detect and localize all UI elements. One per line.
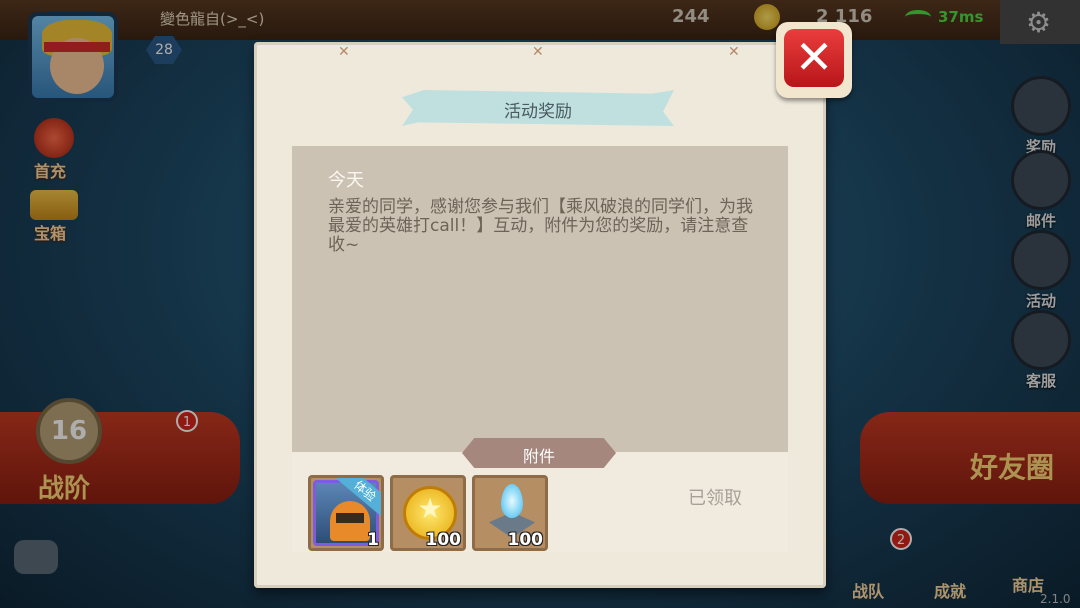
attachment-item-blue-crystal[interactable]: 100 [472,475,548,551]
paper-pins: ✕ ✕ ✕ [338,44,740,60]
attachment-item-hero-trial[interactable]: 体验 1 [308,475,384,551]
mail-body: 亲爱的同学，感谢您参与我们【乘风破浪的同学们，为我最爱的英雄打call！】互动，… [328,197,753,255]
dialog-title: 活动奖励 [504,102,572,122]
attachments-label: 附件 [522,447,555,466]
mail-date: 今天 [328,170,364,191]
mail-content: 今天 亲爱的同学，感谢您参与我们【乘风破浪的同学们，为我最爱的英雄打call！】… [292,146,788,452]
item-count: 100 [507,530,544,550]
close-icon: ✕ [794,30,834,84]
item-count: 100 [425,530,462,550]
item-count: 1 [367,530,379,550]
claimed-status: 已领取 [688,488,742,509]
mail-dialog: ✕ ✕ ✕ 活动奖励 今天 亲爱的同学，感谢您参与我们【乘风破浪的同学们，为我最… [254,42,826,588]
close-button[interactable]: ✕ [776,22,852,98]
attachment-item-gold-coin[interactable]: ★ 100 [390,475,466,551]
